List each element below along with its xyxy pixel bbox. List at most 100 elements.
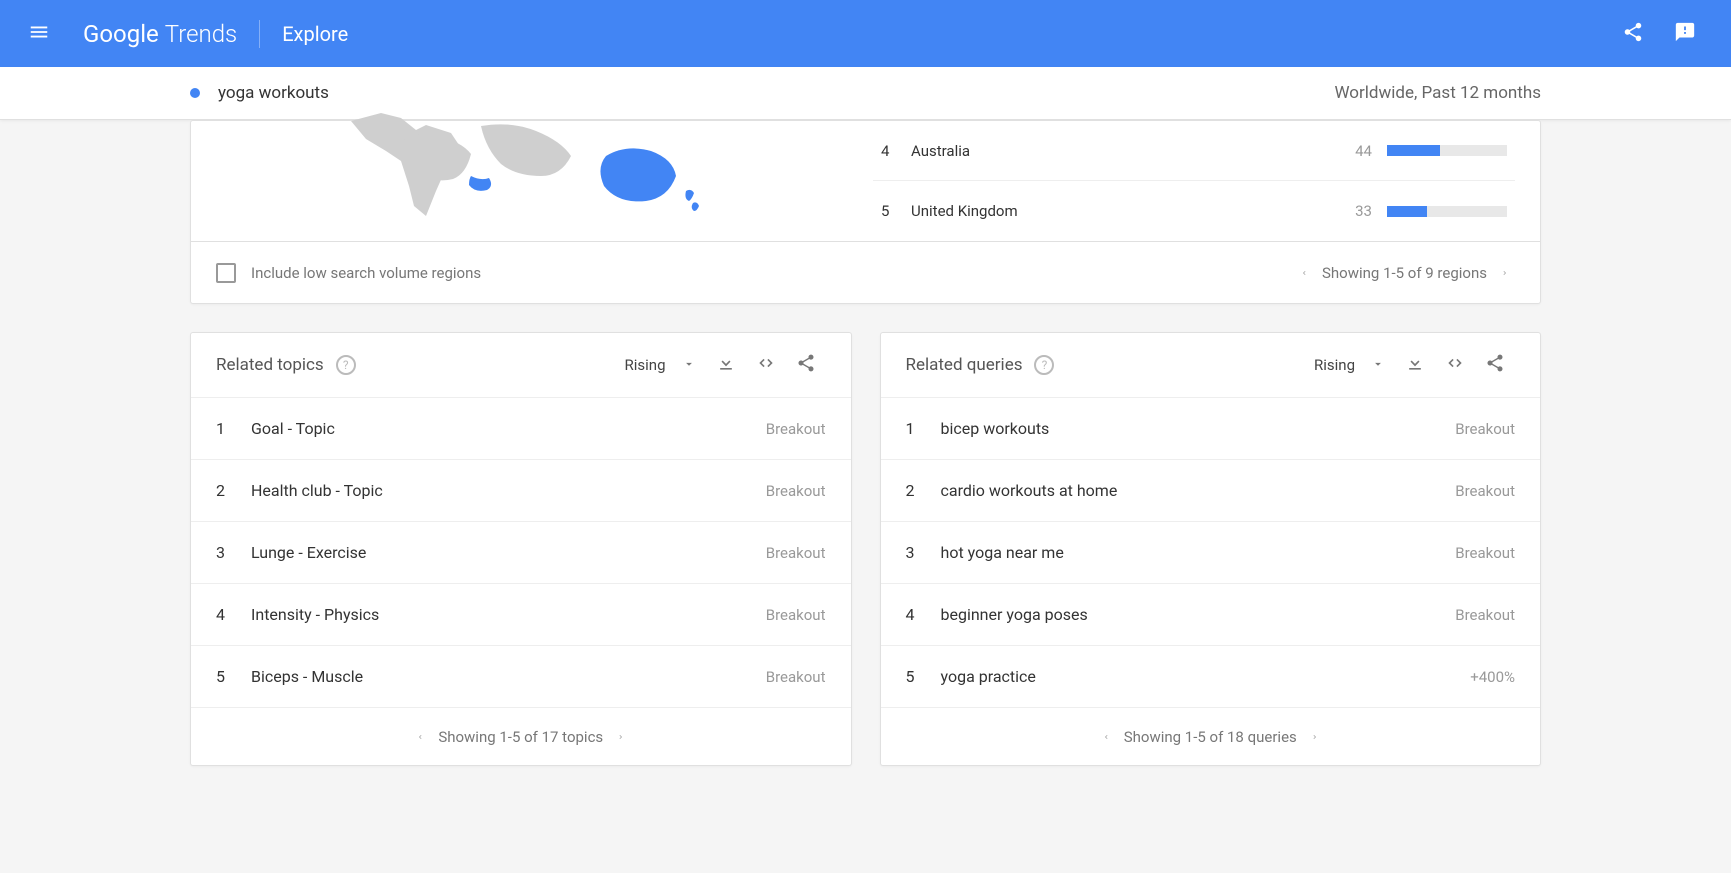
list-item-value: Breakout (1455, 544, 1515, 562)
chevron-right-icon[interactable] (1305, 727, 1325, 747)
region-name: Australia (911, 142, 1355, 160)
region-value: 33 (1355, 202, 1372, 220)
chevron-left-icon[interactable] (1294, 263, 1314, 283)
share-icon[interactable] (1475, 353, 1515, 377)
list-item-value: Breakout (766, 420, 826, 438)
term-color-dot (190, 88, 200, 98)
list-item-label: Intensity - Physics (251, 605, 766, 624)
help-icon[interactable]: ? (336, 355, 356, 375)
region-row[interactable]: 5 United Kingdom 33 (873, 181, 1515, 241)
list-item-label: beginner yoga poses (941, 605, 1456, 624)
topics-pager-text: Showing 1-5 of 17 topics (438, 728, 603, 746)
list-item-label: Biceps - Muscle (251, 667, 766, 686)
query-row[interactable]: 3hot yoga near meBreakout (881, 521, 1541, 583)
app-header: Google Trends Explore (0, 0, 1731, 67)
topics-pager: Showing 1-5 of 17 topics (410, 727, 631, 747)
chevron-left-icon[interactable] (410, 727, 430, 747)
list-item-value: Breakout (766, 544, 826, 562)
page-section-title: Explore (282, 22, 348, 46)
context-filter[interactable]: Worldwide, Past 12 months (1334, 83, 1541, 103)
topics-footer: Showing 1-5 of 17 topics (191, 707, 851, 765)
help-icon[interactable]: ? (1034, 355, 1054, 375)
topic-row[interactable]: 2Health club - TopicBreakout (191, 459, 851, 521)
embed-icon[interactable] (1435, 353, 1475, 377)
list-item-label: Health club - Topic (251, 481, 766, 500)
list-item-value: Breakout (1455, 482, 1515, 500)
regions-list: 4 Australia 44 5 United Kingdom 33 (873, 121, 1540, 241)
topic-row[interactable]: 4Intensity - PhysicsBreakout (191, 583, 851, 645)
related-topics-panel: Related topics ? Rising (190, 332, 852, 766)
menu-icon[interactable] (20, 13, 58, 55)
sort-dropdown-label: Rising (1314, 356, 1355, 374)
chevron-right-icon[interactable] (1495, 263, 1515, 283)
list-item-rank: 4 (216, 605, 251, 624)
list-item-value: Breakout (766, 668, 826, 686)
topic-row[interactable]: 3Lunge - ExerciseBreakout (191, 521, 851, 583)
region-rank: 5 (881, 202, 911, 220)
region-rank: 4 (881, 142, 911, 160)
logo-google: Google (83, 20, 159, 48)
list-item-label: bicep workouts (941, 419, 1456, 438)
search-term[interactable]: yoga workouts (218, 83, 329, 103)
region-bar (1387, 145, 1507, 156)
content: 4 Australia 44 5 United Kingdom 33 Inclu… (0, 120, 1731, 796)
regions-pager: Showing 1-5 of 9 regions (1294, 263, 1515, 283)
list-item-value: +400% (1470, 668, 1515, 686)
embed-icon[interactable] (746, 353, 786, 377)
header-divider (259, 20, 260, 48)
topic-row[interactable]: 5Biceps - MuscleBreakout (191, 645, 851, 707)
list-item-rank: 3 (906, 543, 941, 562)
sort-dropdown[interactable] (1361, 356, 1395, 375)
list-item-label: cardio workouts at home (941, 481, 1456, 500)
related-queries-panel: Related queries ? Rising (880, 332, 1542, 766)
topic-row[interactable]: 1Goal - TopicBreakout (191, 397, 851, 459)
list-item-rank: 1 (216, 419, 251, 438)
query-row[interactable]: 1bicep workoutsBreakout (881, 397, 1541, 459)
regions-map[interactable] (191, 121, 873, 241)
include-low-volume-checkbox[interactable] (216, 263, 236, 283)
queries-pager: Showing 1-5 of 18 queries (1096, 727, 1325, 747)
related-topics-header: Related topics ? Rising (191, 333, 851, 397)
list-item-rank: 5 (216, 667, 251, 686)
list-item-rank: 2 (216, 481, 251, 500)
related-queries-header: Related queries ? Rising (881, 333, 1541, 397)
list-item-value: Breakout (766, 606, 826, 624)
sort-dropdown-label: Rising (625, 356, 666, 374)
query-row[interactable]: 5yoga practice+400% (881, 645, 1541, 707)
share-icon[interactable] (1607, 21, 1659, 47)
list-item-value: Breakout (1455, 420, 1515, 438)
download-icon[interactable] (1395, 353, 1435, 377)
list-item-value: Breakout (766, 482, 826, 500)
region-row[interactable]: 4 Australia 44 (873, 121, 1515, 181)
region-bar (1387, 206, 1507, 217)
query-row[interactable]: 2cardio workouts at homeBreakout (881, 459, 1541, 521)
list-item-value: Breakout (1455, 606, 1515, 624)
download-icon[interactable] (706, 353, 746, 377)
list-item-label: Goal - Topic (251, 419, 766, 438)
subheader: yoga workouts Worldwide, Past 12 months (0, 67, 1731, 120)
chevron-left-icon[interactable] (1096, 727, 1116, 747)
logo-trends: Trends (165, 20, 237, 48)
related-queries-title: Related queries (906, 355, 1023, 375)
list-item-rank: 5 (906, 667, 941, 686)
query-row[interactable]: 4beginner yoga posesBreakout (881, 583, 1541, 645)
list-item-label: hot yoga near me (941, 543, 1456, 562)
related-topics-title: Related topics (216, 355, 324, 375)
region-name: United Kingdom (911, 202, 1355, 220)
logo[interactable]: Google Trends (83, 20, 237, 48)
list-item-label: yoga practice (941, 667, 1471, 686)
queries-pager-text: Showing 1-5 of 18 queries (1124, 728, 1297, 746)
list-item-rank: 4 (906, 605, 941, 624)
region-value: 44 (1355, 142, 1372, 160)
list-item-rank: 2 (906, 481, 941, 500)
chevron-right-icon[interactable] (611, 727, 631, 747)
list-item-rank: 3 (216, 543, 251, 562)
share-icon[interactable] (786, 353, 826, 377)
list-item-rank: 1 (906, 419, 941, 438)
list-item-label: Lunge - Exercise (251, 543, 766, 562)
include-low-volume-label: Include low search volume regions (251, 264, 481, 282)
sort-dropdown[interactable] (672, 356, 706, 375)
regions-pager-text: Showing 1-5 of 9 regions (1322, 264, 1487, 282)
regions-card: 4 Australia 44 5 United Kingdom 33 Inclu… (190, 120, 1541, 304)
feedback-icon[interactable] (1659, 21, 1711, 47)
